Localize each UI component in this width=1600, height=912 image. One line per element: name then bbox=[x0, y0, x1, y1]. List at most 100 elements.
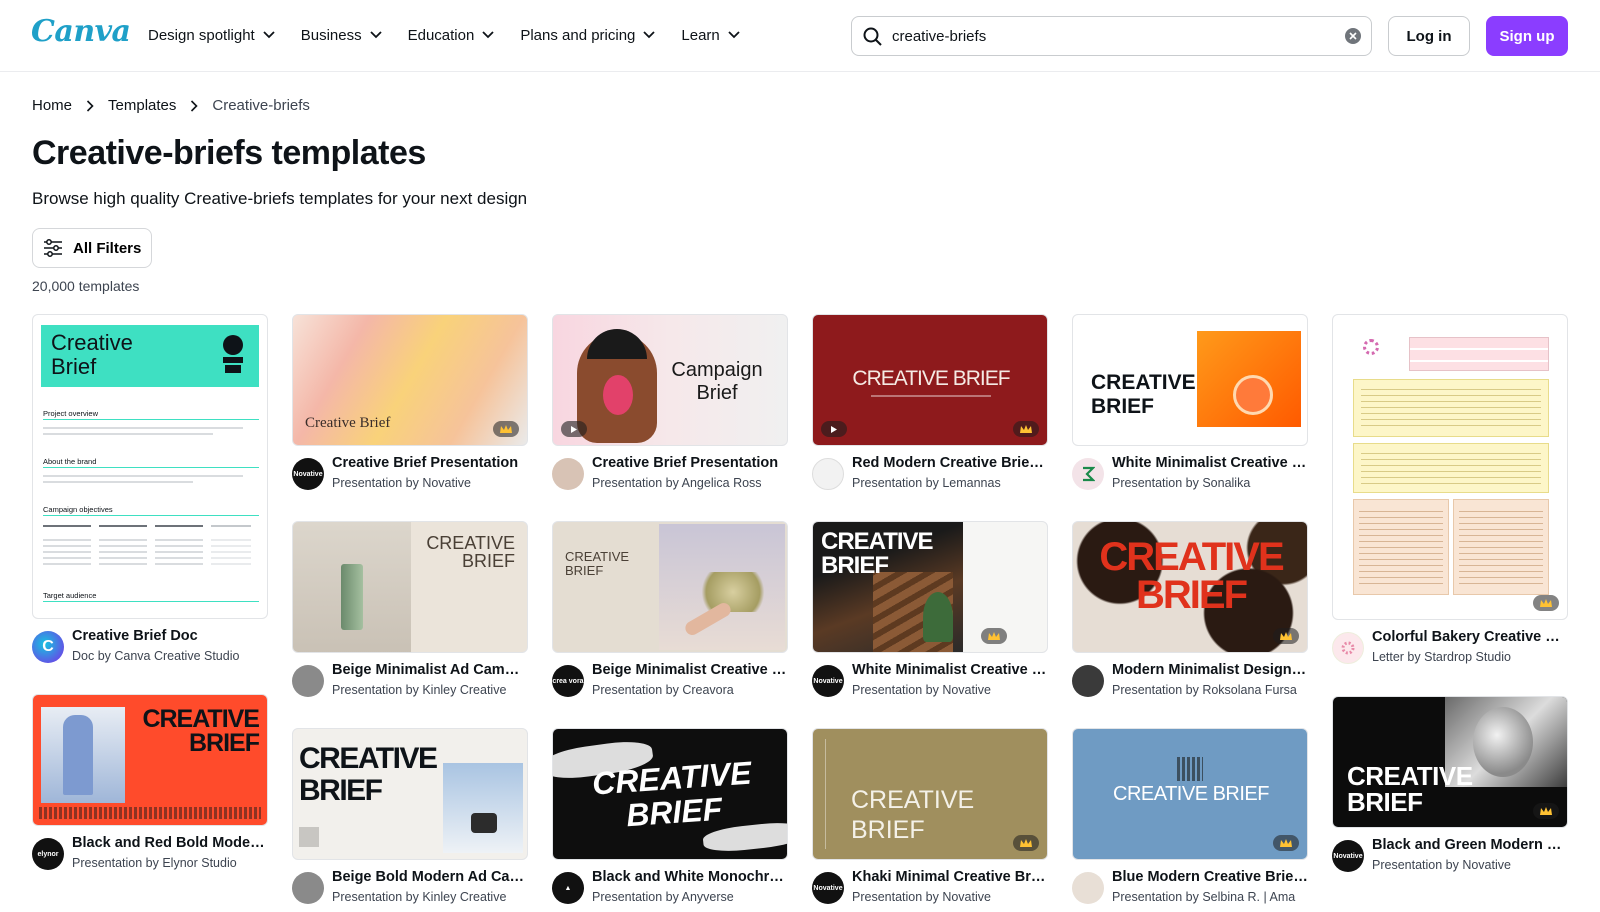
author-avatar[interactable]: Novative bbox=[812, 872, 844, 904]
template-title[interactable]: Red Modern Creative Brief Presentation bbox=[852, 455, 1048, 471]
author-avatar[interactable] bbox=[1072, 872, 1104, 904]
template-card[interactable]: CREATIVE BRIEF elynor Black and Red Bold… bbox=[32, 694, 268, 878]
author-avatar[interactable]: ▲ bbox=[552, 872, 584, 904]
template-title[interactable]: Khaki Minimal Creative Brief Presentatio… bbox=[852, 869, 1048, 885]
template-title[interactable]: Creative Brief Presentation bbox=[332, 455, 528, 471]
canva-logo[interactable]: Canva bbox=[31, 14, 131, 49]
template-title[interactable]: Creative Brief Presentation bbox=[592, 455, 788, 471]
template-title[interactable]: Black and White Monochrome Creative Brie… bbox=[592, 869, 788, 885]
template-thumbnail[interactable] bbox=[1332, 314, 1568, 620]
template-card[interactable]: Creative Brief Novative Creative Brief P… bbox=[292, 314, 528, 498]
author-avatar[interactable]: elynor bbox=[32, 838, 64, 870]
template-author[interactable]: Presentation by Kinley Creative bbox=[332, 890, 528, 904]
template-author[interactable]: Presentation by Novative bbox=[852, 890, 1048, 904]
template-title[interactable]: Black and Red Bold Modern Creative Brief bbox=[72, 835, 268, 851]
template-card[interactable]: Campaign Brief Creative Brief Presentati… bbox=[552, 314, 788, 498]
search-bar[interactable] bbox=[851, 16, 1372, 56]
template-thumbnail[interactable]: CREATIVE BRIEF bbox=[1332, 696, 1568, 828]
template-title[interactable]: White Minimalist Creative Brief Presenta… bbox=[1112, 455, 1308, 471]
template-author[interactable]: Presentation by Novative bbox=[1372, 858, 1568, 872]
nav-learn[interactable]: Learn bbox=[681, 22, 740, 48]
nav-business[interactable]: Business bbox=[301, 22, 382, 48]
clear-search-icon[interactable] bbox=[1345, 28, 1361, 44]
author-avatar[interactable]: crea vora bbox=[552, 665, 584, 697]
template-thumbnail[interactable]: CREATIVE BRIEF bbox=[32, 694, 268, 826]
thumb-text: CREATIVE BRIEF bbox=[851, 786, 975, 844]
author-avatar[interactable]: C bbox=[32, 631, 64, 663]
author-avatar[interactable]: Novative bbox=[1332, 840, 1364, 872]
template-author[interactable]: Presentation by Creavora bbox=[592, 683, 788, 697]
template-title[interactable]: Blue Modern Creative Brief Presentation bbox=[1112, 869, 1308, 885]
template-thumbnail[interactable]: CREATIVE BRIEF bbox=[552, 728, 788, 860]
template-meta: C Creative Brief Doc Doc by Canva Creati… bbox=[32, 627, 268, 671]
template-author[interactable]: Presentation by Selbina R. | Ama bbox=[1112, 890, 1308, 904]
author-avatar[interactable] bbox=[1072, 665, 1104, 697]
template-card[interactable]: CREATIVE BRIEF White Minimalist Creative… bbox=[1072, 314, 1308, 498]
chevron-down-icon bbox=[263, 31, 275, 39]
template-author[interactable]: Presentation by Anyverse bbox=[592, 890, 788, 904]
template-title[interactable]: Colorful Bakery Creative Brief Letter bbox=[1372, 629, 1568, 645]
thumb-title: Creative Brief bbox=[51, 330, 133, 379]
nav-education[interactable]: Education bbox=[408, 22, 495, 48]
nav-plans-pricing[interactable]: Plans and pricing bbox=[520, 22, 656, 48]
author-avatar[interactable] bbox=[292, 872, 324, 904]
template-thumbnail[interactable]: CREATIVE BRIEF bbox=[812, 521, 1048, 653]
search-input[interactable] bbox=[892, 25, 1312, 47]
author-avatar[interactable] bbox=[292, 665, 324, 697]
template-card[interactable]: Colorful Bakery Creative Brief Letter Le… bbox=[1332, 314, 1568, 672]
template-thumbnail[interactable]: CREATIVE BRIEF bbox=[292, 728, 528, 860]
template-title[interactable]: Modern Minimalist Design Creative Brief bbox=[1112, 662, 1308, 678]
author-avatar[interactable] bbox=[1332, 632, 1364, 664]
template-thumbnail[interactable]: CREATIVE BRIEF bbox=[552, 521, 788, 653]
template-thumbnail[interactable]: CREATIVE BRIEF bbox=[292, 521, 528, 653]
template-author[interactable]: Doc by Canva Creative Studio bbox=[72, 649, 268, 663]
template-title[interactable]: Beige Bold Modern Ad Campaign bbox=[332, 869, 528, 885]
template-card[interactable]: CREATIVE BRIEF Blue Modern Creative Brie… bbox=[1072, 728, 1308, 912]
template-title[interactable]: Black and Green Modern Creative Brief bbox=[1372, 837, 1568, 853]
author-avatar[interactable]: Novative bbox=[292, 458, 324, 490]
template-thumbnail[interactable]: CREATIVE BRIEF bbox=[1072, 314, 1308, 446]
login-button[interactable]: Log in bbox=[1388, 16, 1470, 56]
template-card[interactable]: CREATIVE BRIEF Beige Bold Modern Ad Camp… bbox=[292, 728, 528, 912]
author-avatar[interactable] bbox=[1072, 458, 1104, 490]
breadcrumb-home[interactable]: Home bbox=[32, 97, 72, 114]
template-card[interactable]: Creative Brief Project overview About th… bbox=[32, 314, 268, 671]
template-thumbnail[interactable]: CREATIVE BRIEF bbox=[812, 314, 1048, 446]
template-thumbnail[interactable]: CREATIVE BRIEF bbox=[812, 728, 1048, 860]
template-author[interactable]: Presentation by Novative bbox=[852, 683, 1048, 697]
template-title[interactable]: Creative Brief Doc bbox=[72, 628, 268, 644]
template-author[interactable]: Letter by Stardrop Studio bbox=[1372, 650, 1568, 664]
template-card[interactable]: CREATIVE BRIEF Beige Minimalist Ad Campa… bbox=[292, 521, 528, 705]
all-filters-button[interactable]: All Filters bbox=[32, 228, 152, 268]
template-author[interactable]: Presentation by Sonalika bbox=[1112, 476, 1308, 490]
template-thumbnail[interactable]: CREATIVE BRIEF bbox=[1072, 521, 1308, 653]
template-author[interactable]: Presentation by Kinley Creative bbox=[332, 683, 528, 697]
template-author[interactable]: Presentation by Lemannas bbox=[852, 476, 1048, 490]
signup-button[interactable]: Sign up bbox=[1486, 16, 1568, 56]
template-card[interactable]: CREATIVE BRIEF crea vora Beige Minimalis… bbox=[552, 521, 788, 705]
template-card[interactable]: CREATIVE BRIEF ▲ Black and White Monochr… bbox=[552, 728, 788, 912]
template-thumbnail[interactable]: Creative Brief Project overview About th… bbox=[32, 314, 268, 619]
template-author[interactable]: Presentation by Novative bbox=[332, 476, 528, 490]
author-avatar[interactable] bbox=[812, 458, 844, 490]
template-author[interactable]: Presentation by Angelica Ross bbox=[592, 476, 788, 490]
template-meta: Creative Brief Presentation Presentation… bbox=[552, 454, 788, 498]
template-card[interactable]: CREATIVE BRIEF Modern Minimalist Design … bbox=[1072, 521, 1308, 705]
template-card[interactable]: CREATIVE BRIEF Novative White Minimalist… bbox=[812, 521, 1048, 705]
thumb-text: CREATIVE BRIEF bbox=[591, 754, 753, 834]
template-title[interactable]: White Minimalist Creative Brief Presenta… bbox=[852, 662, 1048, 678]
template-thumbnail[interactable]: Creative Brief bbox=[292, 314, 528, 446]
template-author[interactable]: Presentation by Elynor Studio bbox=[72, 856, 268, 870]
author-avatar[interactable] bbox=[552, 458, 584, 490]
breadcrumb-templates[interactable]: Templates bbox=[108, 97, 176, 114]
template-card[interactable]: CREATIVE BRIEF Novative Khaki Minimal Cr… bbox=[812, 728, 1048, 912]
template-title[interactable]: Beige Minimalist Creative Brief Presenta… bbox=[592, 662, 788, 678]
author-avatar[interactable]: Novative bbox=[812, 665, 844, 697]
nav-design-spotlight[interactable]: Design spotlight bbox=[148, 22, 275, 48]
template-title[interactable]: Beige Minimalist Ad Campaign Presentatio… bbox=[332, 662, 528, 678]
template-thumbnail[interactable]: Campaign Brief bbox=[552, 314, 788, 446]
template-author[interactable]: Presentation by Roksolana Fursa bbox=[1112, 683, 1308, 697]
template-card[interactable]: CREATIVE BRIEF Red Modern Creative Brief… bbox=[812, 314, 1048, 498]
template-thumbnail[interactable]: CREATIVE BRIEF bbox=[1072, 728, 1308, 860]
template-card[interactable]: CREATIVE BRIEF Novative Black and Green … bbox=[1332, 696, 1568, 880]
